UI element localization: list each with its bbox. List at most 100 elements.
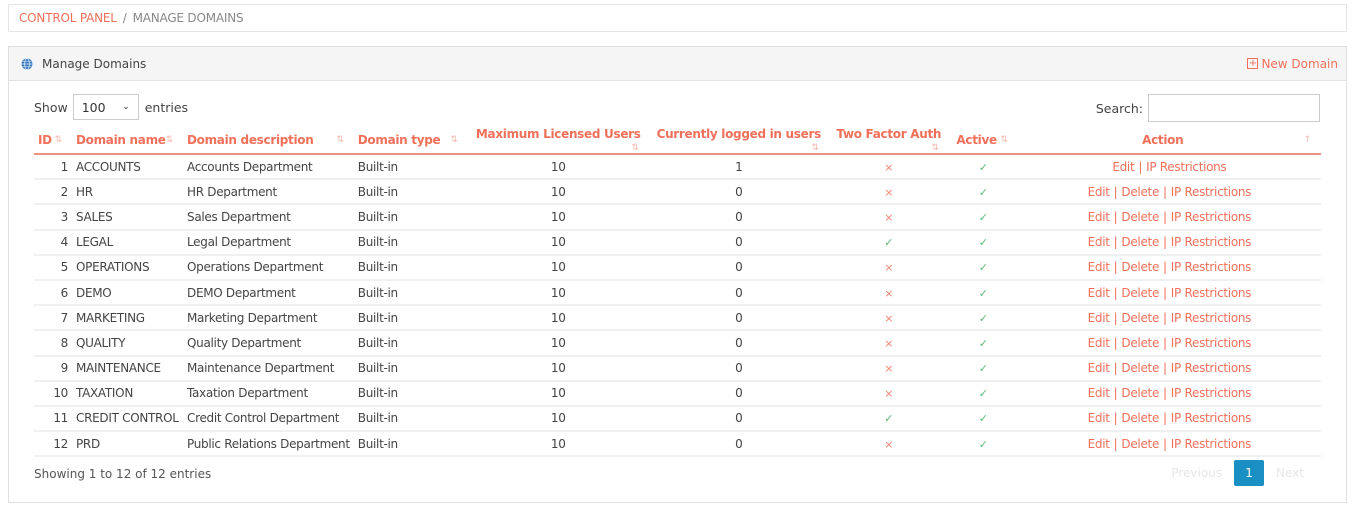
cell-max-licensed-users: 10 [467, 355, 649, 382]
cell-domain-description: Credit Control Department [183, 405, 354, 433]
cell-logged-in-users: 0 [648, 431, 829, 458]
page-length-select[interactable]: 100 ⌄ [72, 94, 139, 120]
ip-restrictions-link[interactable]: IP Restrictions [1171, 260, 1252, 274]
new-domain-button[interactable]: + New Domain [1247, 57, 1338, 71]
search-input[interactable] [1148, 94, 1320, 122]
cell-domain-description: Legal Department [183, 229, 354, 256]
edit-link[interactable]: Edit [1088, 411, 1110, 425]
delete-link[interactable]: Delete [1121, 386, 1159, 400]
edit-link[interactable]: Edit [1088, 260, 1110, 274]
next-page-button[interactable]: Next [1264, 466, 1316, 480]
ip-restrictions-link[interactable]: IP Restrictions [1171, 286, 1252, 300]
page-1-button[interactable]: 1 [1234, 460, 1265, 486]
cell-id: 10 [34, 380, 72, 407]
check-icon: ✓ [978, 412, 988, 426]
cell-active: ✓ [948, 254, 1018, 281]
cell-id: 7 [34, 305, 72, 332]
table-row: 5 OPERATIONS Operations Department Built-in… [34, 254, 1321, 281]
ip-restrictions-link[interactable]: IP Restrictions [1171, 437, 1252, 451]
delete-link[interactable]: Delete [1121, 260, 1159, 274]
edit-link[interactable]: Edit [1112, 160, 1134, 174]
delete-link[interactable]: Delete [1121, 210, 1159, 224]
cell-max-licensed-users: 10 [467, 431, 649, 458]
cell-two-factor-auth: ✓ [828, 229, 949, 256]
edit-link[interactable]: Edit [1088, 311, 1110, 325]
delete-link[interactable]: Delete [1121, 336, 1159, 350]
ip-restrictions-link[interactable]: IP Restrictions [1171, 336, 1252, 350]
cell-domain-name: PRD [72, 431, 183, 458]
cell-active: ✓ [948, 154, 1018, 181]
ip-restrictions-link[interactable]: IP Restrictions [1171, 411, 1252, 425]
edit-link[interactable]: Edit [1088, 210, 1110, 224]
edit-link[interactable]: Edit [1088, 286, 1110, 300]
separator: | [1113, 436, 1118, 451]
cell-id: 4 [34, 229, 72, 256]
cell-active: ✓ [948, 279, 1018, 307]
cell-domain-type: Built-in [353, 431, 468, 458]
sort-icon: ⇅ [1000, 135, 1009, 145]
cell-domain-name: SALES [72, 204, 183, 231]
edit-link[interactable]: Edit [1088, 235, 1110, 249]
edit-link[interactable]: Edit [1088, 185, 1110, 199]
column-header-logged-in-users[interactable]: Currently logged in users ⇅ [648, 127, 829, 155]
delete-link[interactable]: Delete [1121, 311, 1159, 325]
edit-link[interactable]: Edit [1088, 361, 1110, 375]
pagination: Previous 1 Next [1159, 460, 1316, 486]
ip-restrictions-link[interactable]: IP Restrictions [1171, 235, 1252, 249]
cell-domain-type: Built-in [353, 305, 468, 332]
table-row: 3 SALES Sales Department Built-in 10 0 × ✓ Edit |… [34, 204, 1321, 231]
cell-domain-description: Maintenance Department [183, 355, 354, 382]
show-label: Show [34, 99, 68, 115]
column-header-max-licensed-users[interactable]: Maximum Licensed Users ⇅ [467, 127, 649, 155]
column-header-action[interactable]: Action ↑ [1017, 127, 1321, 155]
delete-link[interactable]: Delete [1121, 437, 1159, 451]
breadcrumb-separator: / [122, 11, 127, 25]
globe-icon [21, 57, 33, 70]
delete-link[interactable]: Delete [1121, 411, 1159, 425]
delete-link[interactable]: Delete [1121, 286, 1159, 300]
edit-link[interactable]: Edit [1088, 386, 1110, 400]
column-header-active[interactable]: Active ⇅ [948, 127, 1018, 155]
edit-link[interactable]: Edit [1088, 437, 1110, 451]
sort-icon: ⇅ [631, 143, 640, 153]
column-header-domain-name[interactable]: Domain name ⇅ [72, 127, 183, 155]
cell-active: ✓ [948, 204, 1018, 231]
cell-domain-type: Built-in [353, 254, 468, 281]
table-row: 12 PRD Public Relations Department Built-in… [34, 431, 1321, 458]
cell-domain-description: Operations Department [183, 254, 354, 281]
breadcrumb-control-panel-link[interactable]: CONTROL PANEL [19, 11, 117, 25]
table-row: 4 LEGAL Legal Department Built-in 10 0 ✓ ✓ Edit |… [34, 229, 1321, 256]
ip-restrictions-link[interactable]: IP Restrictions [1171, 311, 1252, 325]
ip-restrictions-link[interactable]: IP Restrictions [1146, 160, 1227, 174]
column-header-id[interactable]: ID ⇅ [34, 127, 72, 155]
cell-two-factor-auth: × [828, 279, 949, 307]
cell-logged-in-users: 0 [648, 355, 829, 382]
delete-link[interactable]: Delete [1121, 361, 1159, 375]
edit-link[interactable]: Edit [1088, 336, 1110, 350]
table-info: Showing 1 to 12 of 12 entries [34, 467, 212, 481]
ip-restrictions-link[interactable]: IP Restrictions [1171, 185, 1252, 199]
ip-restrictions-link[interactable]: IP Restrictions [1171, 361, 1252, 375]
cell-active: ✓ [948, 405, 1018, 433]
cell-active: ✓ [948, 229, 1018, 256]
cell-domain-description: Marketing Department [183, 305, 354, 332]
cell-active: ✓ [948, 305, 1018, 332]
check-icon: ✓ [978, 210, 988, 224]
table-header-row: ID ⇅ Domain name ⇅ Domain description ⇅ Dom… [34, 127, 1321, 155]
column-header-domain-type[interactable]: Domain type ⇅ [353, 127, 468, 155]
separator: | [1113, 386, 1118, 401]
delete-link[interactable]: Delete [1121, 185, 1159, 199]
delete-link[interactable]: Delete [1121, 235, 1159, 249]
cell-active: ✓ [948, 355, 1018, 382]
check-icon: ✓ [978, 261, 988, 275]
previous-page-button[interactable]: Previous [1159, 466, 1234, 480]
column-header-two-factor-auth[interactable]: Two Factor Auth ⇅ [828, 127, 949, 155]
separator: | [1113, 310, 1118, 325]
column-header-domain-description[interactable]: Domain description ⇅ [183, 127, 354, 155]
cell-domain-description: Sales Department [183, 204, 354, 231]
sort-icon: ⇅ [336, 135, 345, 145]
cell-domain-type: Built-in [353, 405, 468, 433]
ip-restrictions-link[interactable]: IP Restrictions [1171, 210, 1252, 224]
ip-restrictions-link[interactable]: IP Restrictions [1171, 386, 1252, 400]
cell-logged-in-users: 0 [648, 380, 829, 407]
